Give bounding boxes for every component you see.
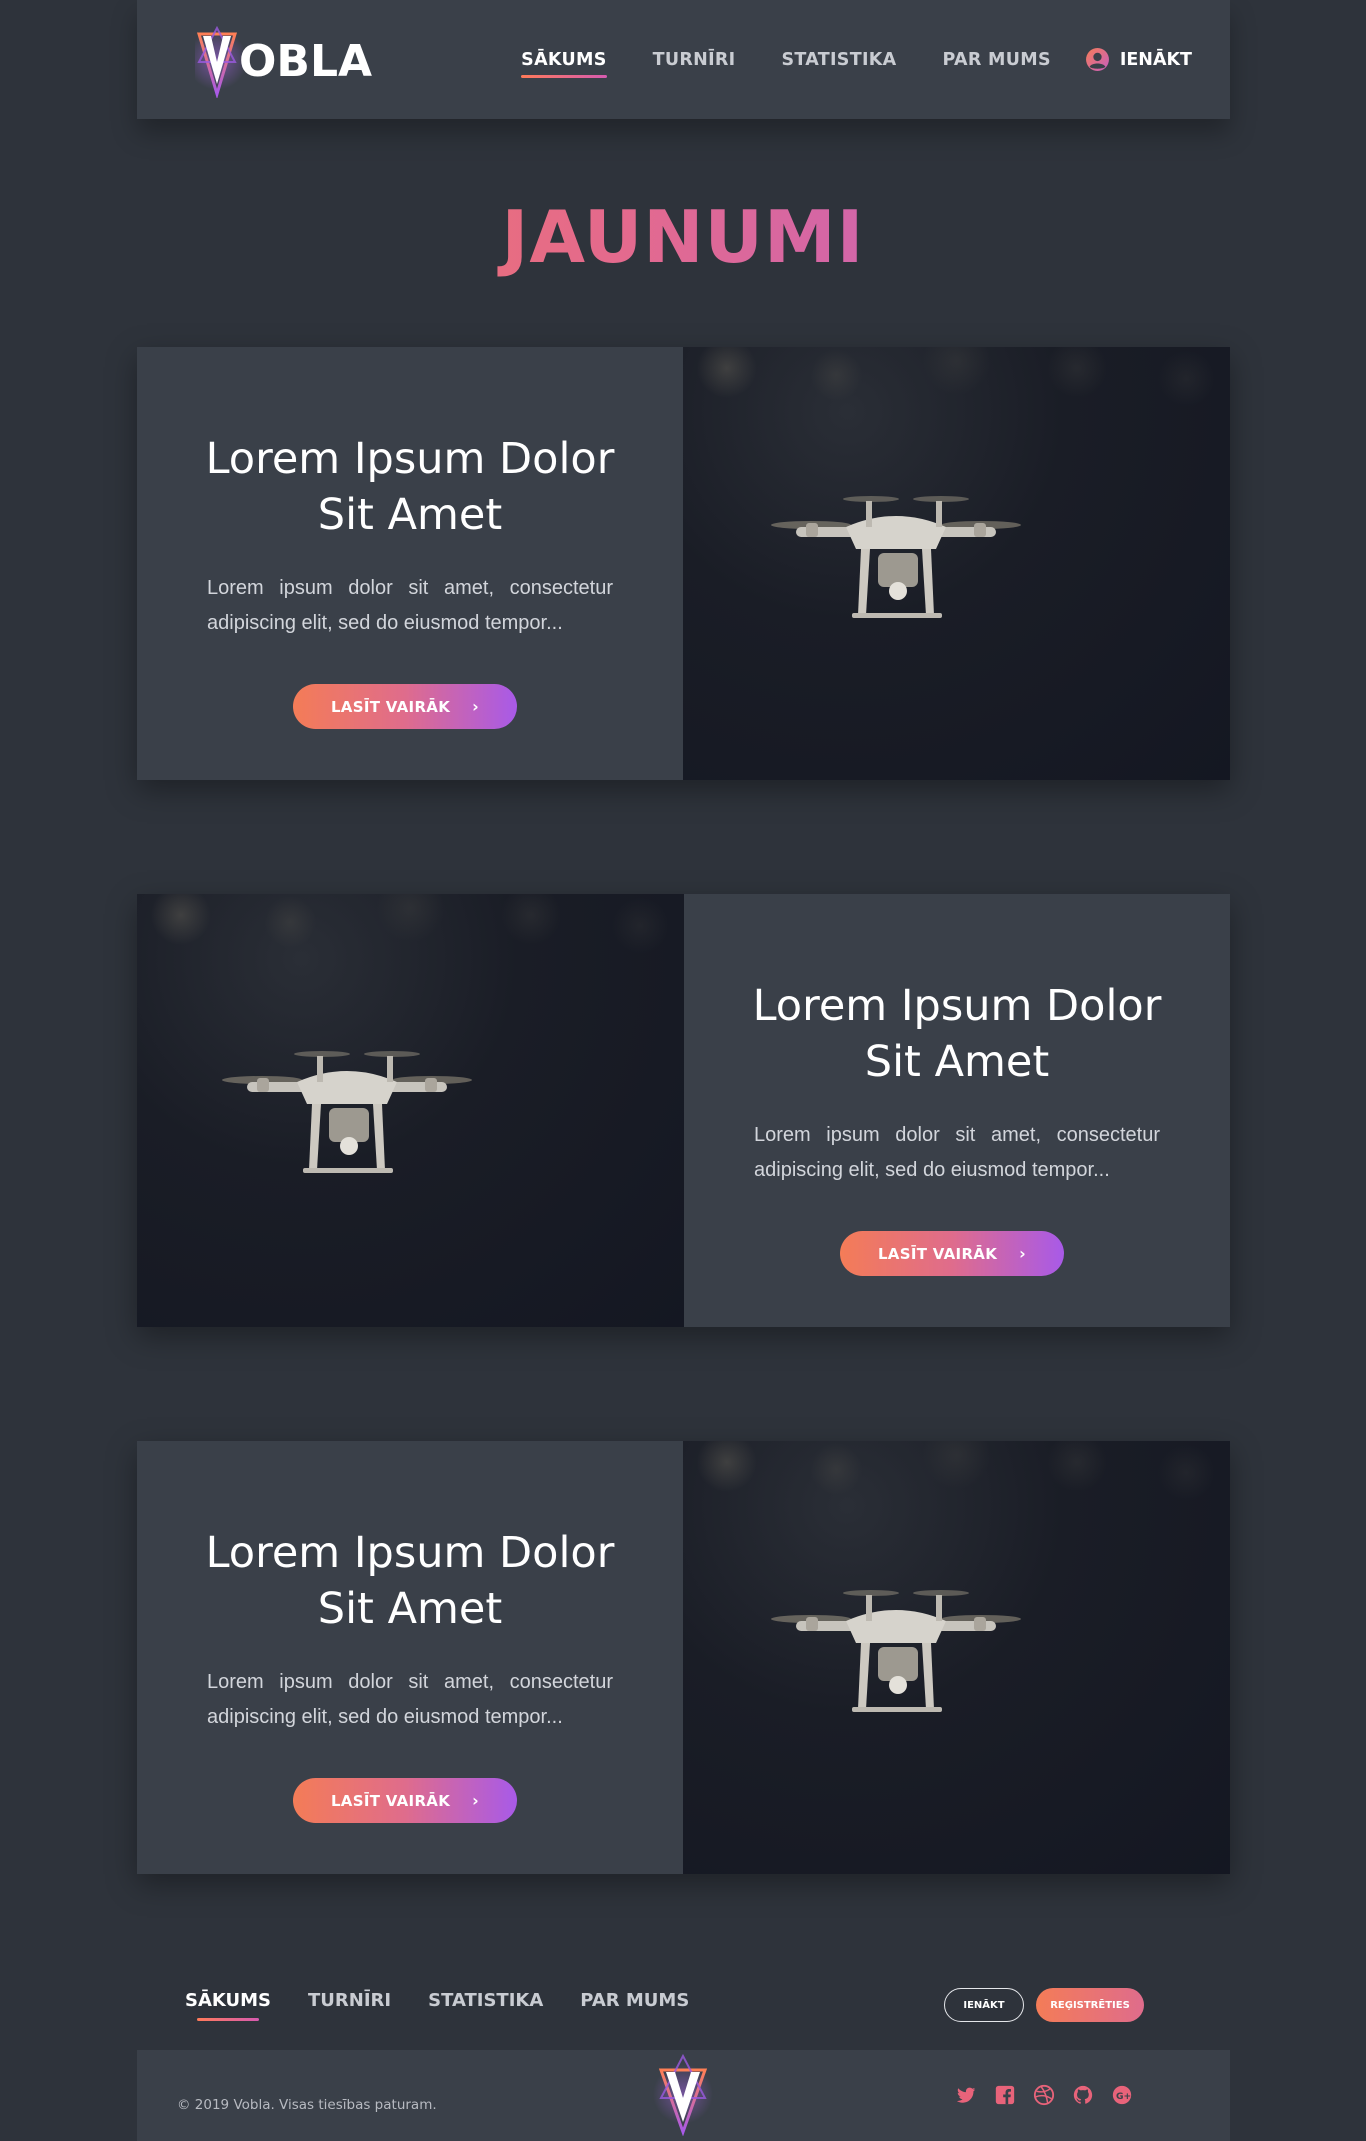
card-title: Lorem Ipsum Dolor Sit Amet <box>205 1528 615 1634</box>
read-more-label: LASĪT VAIRĀK <box>330 697 451 716</box>
read-more-button[interactable]: LASĪT VAIRĀK › <box>840 1231 1064 1276</box>
site-header: OBLA SĀKUMS TURNĪRI STATISTIKA PAR MUMS … <box>137 0 1230 119</box>
main-nav: SĀKUMS TURNĪRI STATISTIKA PAR MUMS IENĀK… <box>521 0 1192 119</box>
card-text-panel: Lorem Ipsum Dolor Sit Amet Lorem ipsum d… <box>137 347 683 780</box>
footer-nav-statistika[interactable]: STATISTIKA <box>428 1990 543 2011</box>
social-links: G+ <box>955 2084 1150 2106</box>
drone-icon <box>771 496 1021 618</box>
chevron-right-icon: › <box>1019 1244 1027 1263</box>
vobla-logo-mark[interactable] <box>653 2052 713 2136</box>
card-description: Lorem ipsum dolor sit amet, consectetur … <box>207 1671 613 1728</box>
card-text-panel: Lorem Ipsum Dolor Sit Amet Lorem ipsum d… <box>684 894 1230 1327</box>
drone-image <box>683 1441 1230 1874</box>
card-title: Lorem Ipsum Dolor Sit Amet <box>752 981 1162 1087</box>
card-description: Lorem ipsum dolor sit amet, consectetur … <box>207 577 613 634</box>
chevron-right-icon: › <box>472 697 480 716</box>
drone-image <box>683 347 1230 780</box>
user-circle-icon <box>1085 48 1109 71</box>
dribbble-icon[interactable] <box>1033 2084 1055 2106</box>
google-plus-icon[interactable]: G+ <box>1111 2084 1133 2106</box>
read-more-button[interactable]: LASĪT VAIRĀK › <box>293 684 517 729</box>
news-card: Lorem Ipsum Dolor Sit Amet Lorem ipsum d… <box>137 1441 1230 1874</box>
drone-image <box>137 894 684 1327</box>
nav-item-statistika[interactable]: STATISTIKA <box>781 50 896 70</box>
nav-item-turniri[interactable]: TURNĪRI <box>653 50 736 70</box>
card-description: Lorem ipsum dolor sit amet, consectetur … <box>754 1124 1160 1181</box>
vobla-logo[interactable]: OBLA <box>195 22 415 98</box>
login-link[interactable]: IENĀKT <box>1085 47 1192 72</box>
login-label: IENĀKT <box>1119 49 1192 70</box>
twitter-icon[interactable] <box>955 2084 977 2106</box>
news-card: Lorem Ipsum Dolor Sit Amet Lorem ipsum d… <box>137 894 1230 1327</box>
footer-nav-sakums[interactable]: SĀKUMS <box>185 1990 271 2021</box>
drone-icon <box>222 1051 472 1173</box>
chevron-right-icon: › <box>472 1791 480 1810</box>
read-more-label: LASĪT VAIRĀK <box>877 1244 998 1263</box>
footer-nav: SĀKUMS TURNĪRI STATISTIKA PAR MUMS IENĀK… <box>137 1970 1230 2040</box>
facebook-icon[interactable] <box>994 2084 1016 2106</box>
footer-register-button[interactable]: REĢISTRĒTIES <box>1036 1988 1144 2022</box>
card-text-panel: Lorem Ipsum Dolor Sit Amet Lorem ipsum d… <box>137 1441 683 1874</box>
svg-text:G+: G+ <box>1116 2091 1131 2102</box>
foliage-backdrop <box>683 347 1230 417</box>
card-title: Lorem Ipsum Dolor Sit Amet <box>205 434 615 540</box>
footer-nav-turniri[interactable]: TURNĪRI <box>308 1990 391 2011</box>
footer-links: SĀKUMS TURNĪRI STATISTIKA PAR MUMS <box>185 1990 726 2021</box>
news-card: Lorem Ipsum Dolor Sit Amet Lorem ipsum d… <box>137 347 1230 780</box>
read-more-label: LASĪT VAIRĀK <box>330 1791 451 1810</box>
foliage-backdrop <box>137 894 684 964</box>
svg-text:OBLA: OBLA <box>239 36 372 87</box>
page-title: JAUNUMI <box>0 192 1366 282</box>
nav-item-par-mums[interactable]: PAR MUMS <box>942 50 1050 70</box>
nav-item-sakums[interactable]: SĀKUMS <box>521 50 608 78</box>
drone-icon <box>771 1590 1021 1712</box>
copyright-text: © 2019 Vobla. Visas tiesības paturam. <box>177 2097 437 2113</box>
footer-bar: © 2019 Vobla. Visas tiesības paturam. G+ <box>137 2050 1230 2141</box>
foliage-backdrop <box>683 1441 1230 1511</box>
footer-login-button[interactable]: IENĀKT <box>944 1988 1024 2022</box>
footer-nav-par-mums[interactable]: PAR MUMS <box>580 1990 689 2011</box>
github-icon[interactable] <box>1072 2084 1094 2106</box>
read-more-button[interactable]: LASĪT VAIRĀK › <box>293 1778 517 1823</box>
